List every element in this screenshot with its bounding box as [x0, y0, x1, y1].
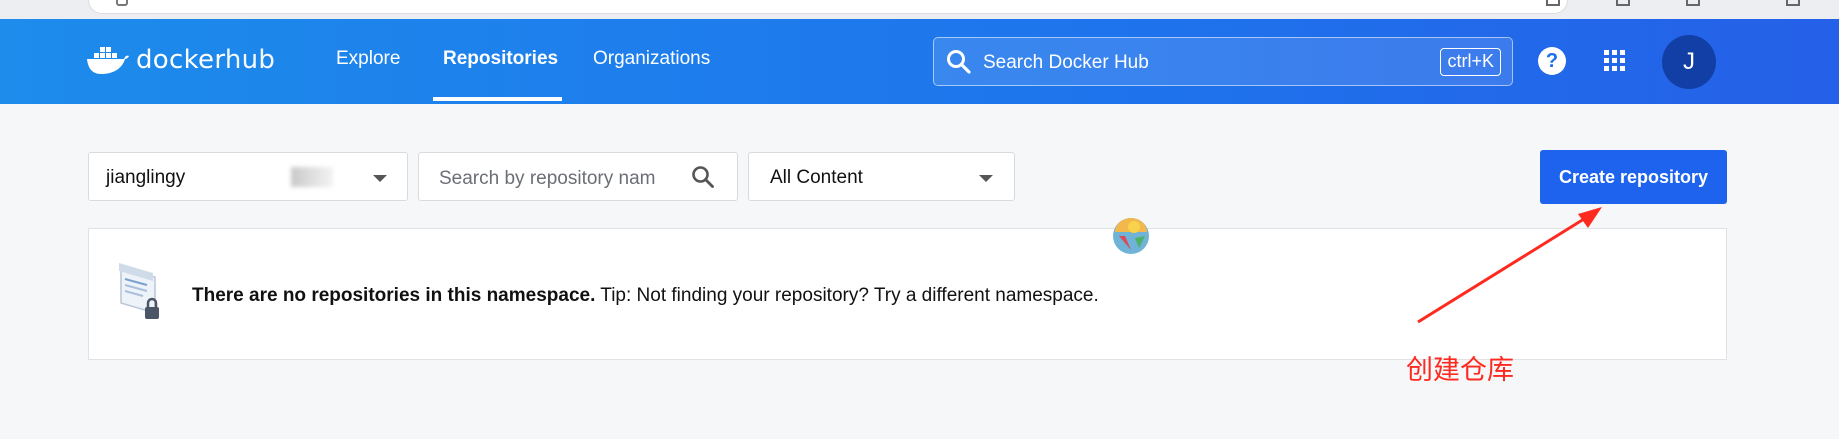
annotation-arrow: [1417, 207, 1602, 324]
annotation-label: 创建仓库: [1406, 355, 1514, 386]
